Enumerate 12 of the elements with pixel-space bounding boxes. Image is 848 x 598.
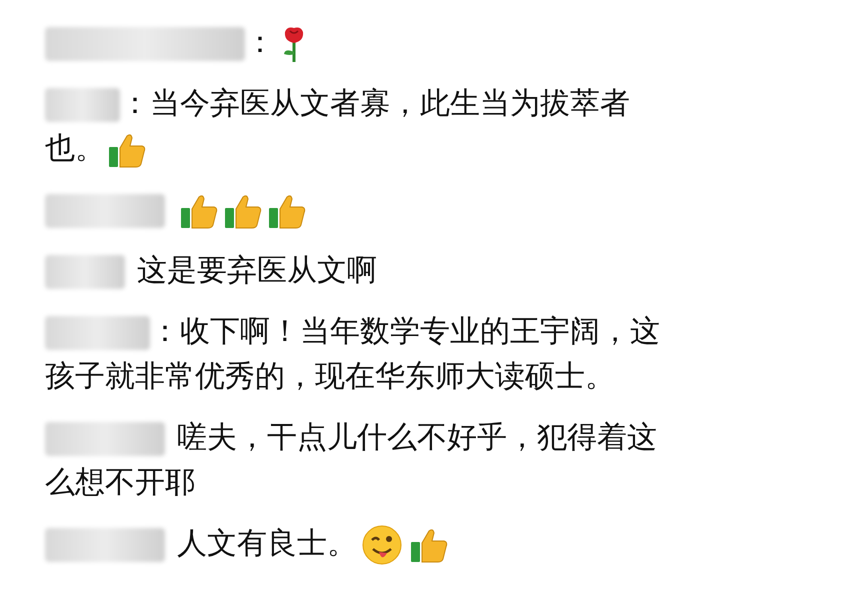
comment-text: 么想不开耶 (45, 466, 195, 499)
comment-text: 嗟夫，干点儿什么不好乎，犯得着这 (177, 421, 657, 454)
colon: ： (150, 315, 180, 348)
colon: ： (120, 87, 150, 120)
comment-text: 这是要弃医从文啊 (137, 254, 377, 287)
comment-text: 当今弃医从文者寡，此生当为拔萃者 (150, 87, 630, 120)
comment-text: 收下啊！当年数学专业的王宇阔，这 (180, 315, 660, 348)
comment-text: 孩子就非常优秀的，现在华东师大读硕士。 (45, 360, 615, 393)
comment-text: 人文有良士。 (177, 527, 357, 560)
comment-text: 也。 (45, 132, 105, 165)
winking-face-icon (361, 524, 403, 566)
colon: ： (245, 26, 275, 59)
